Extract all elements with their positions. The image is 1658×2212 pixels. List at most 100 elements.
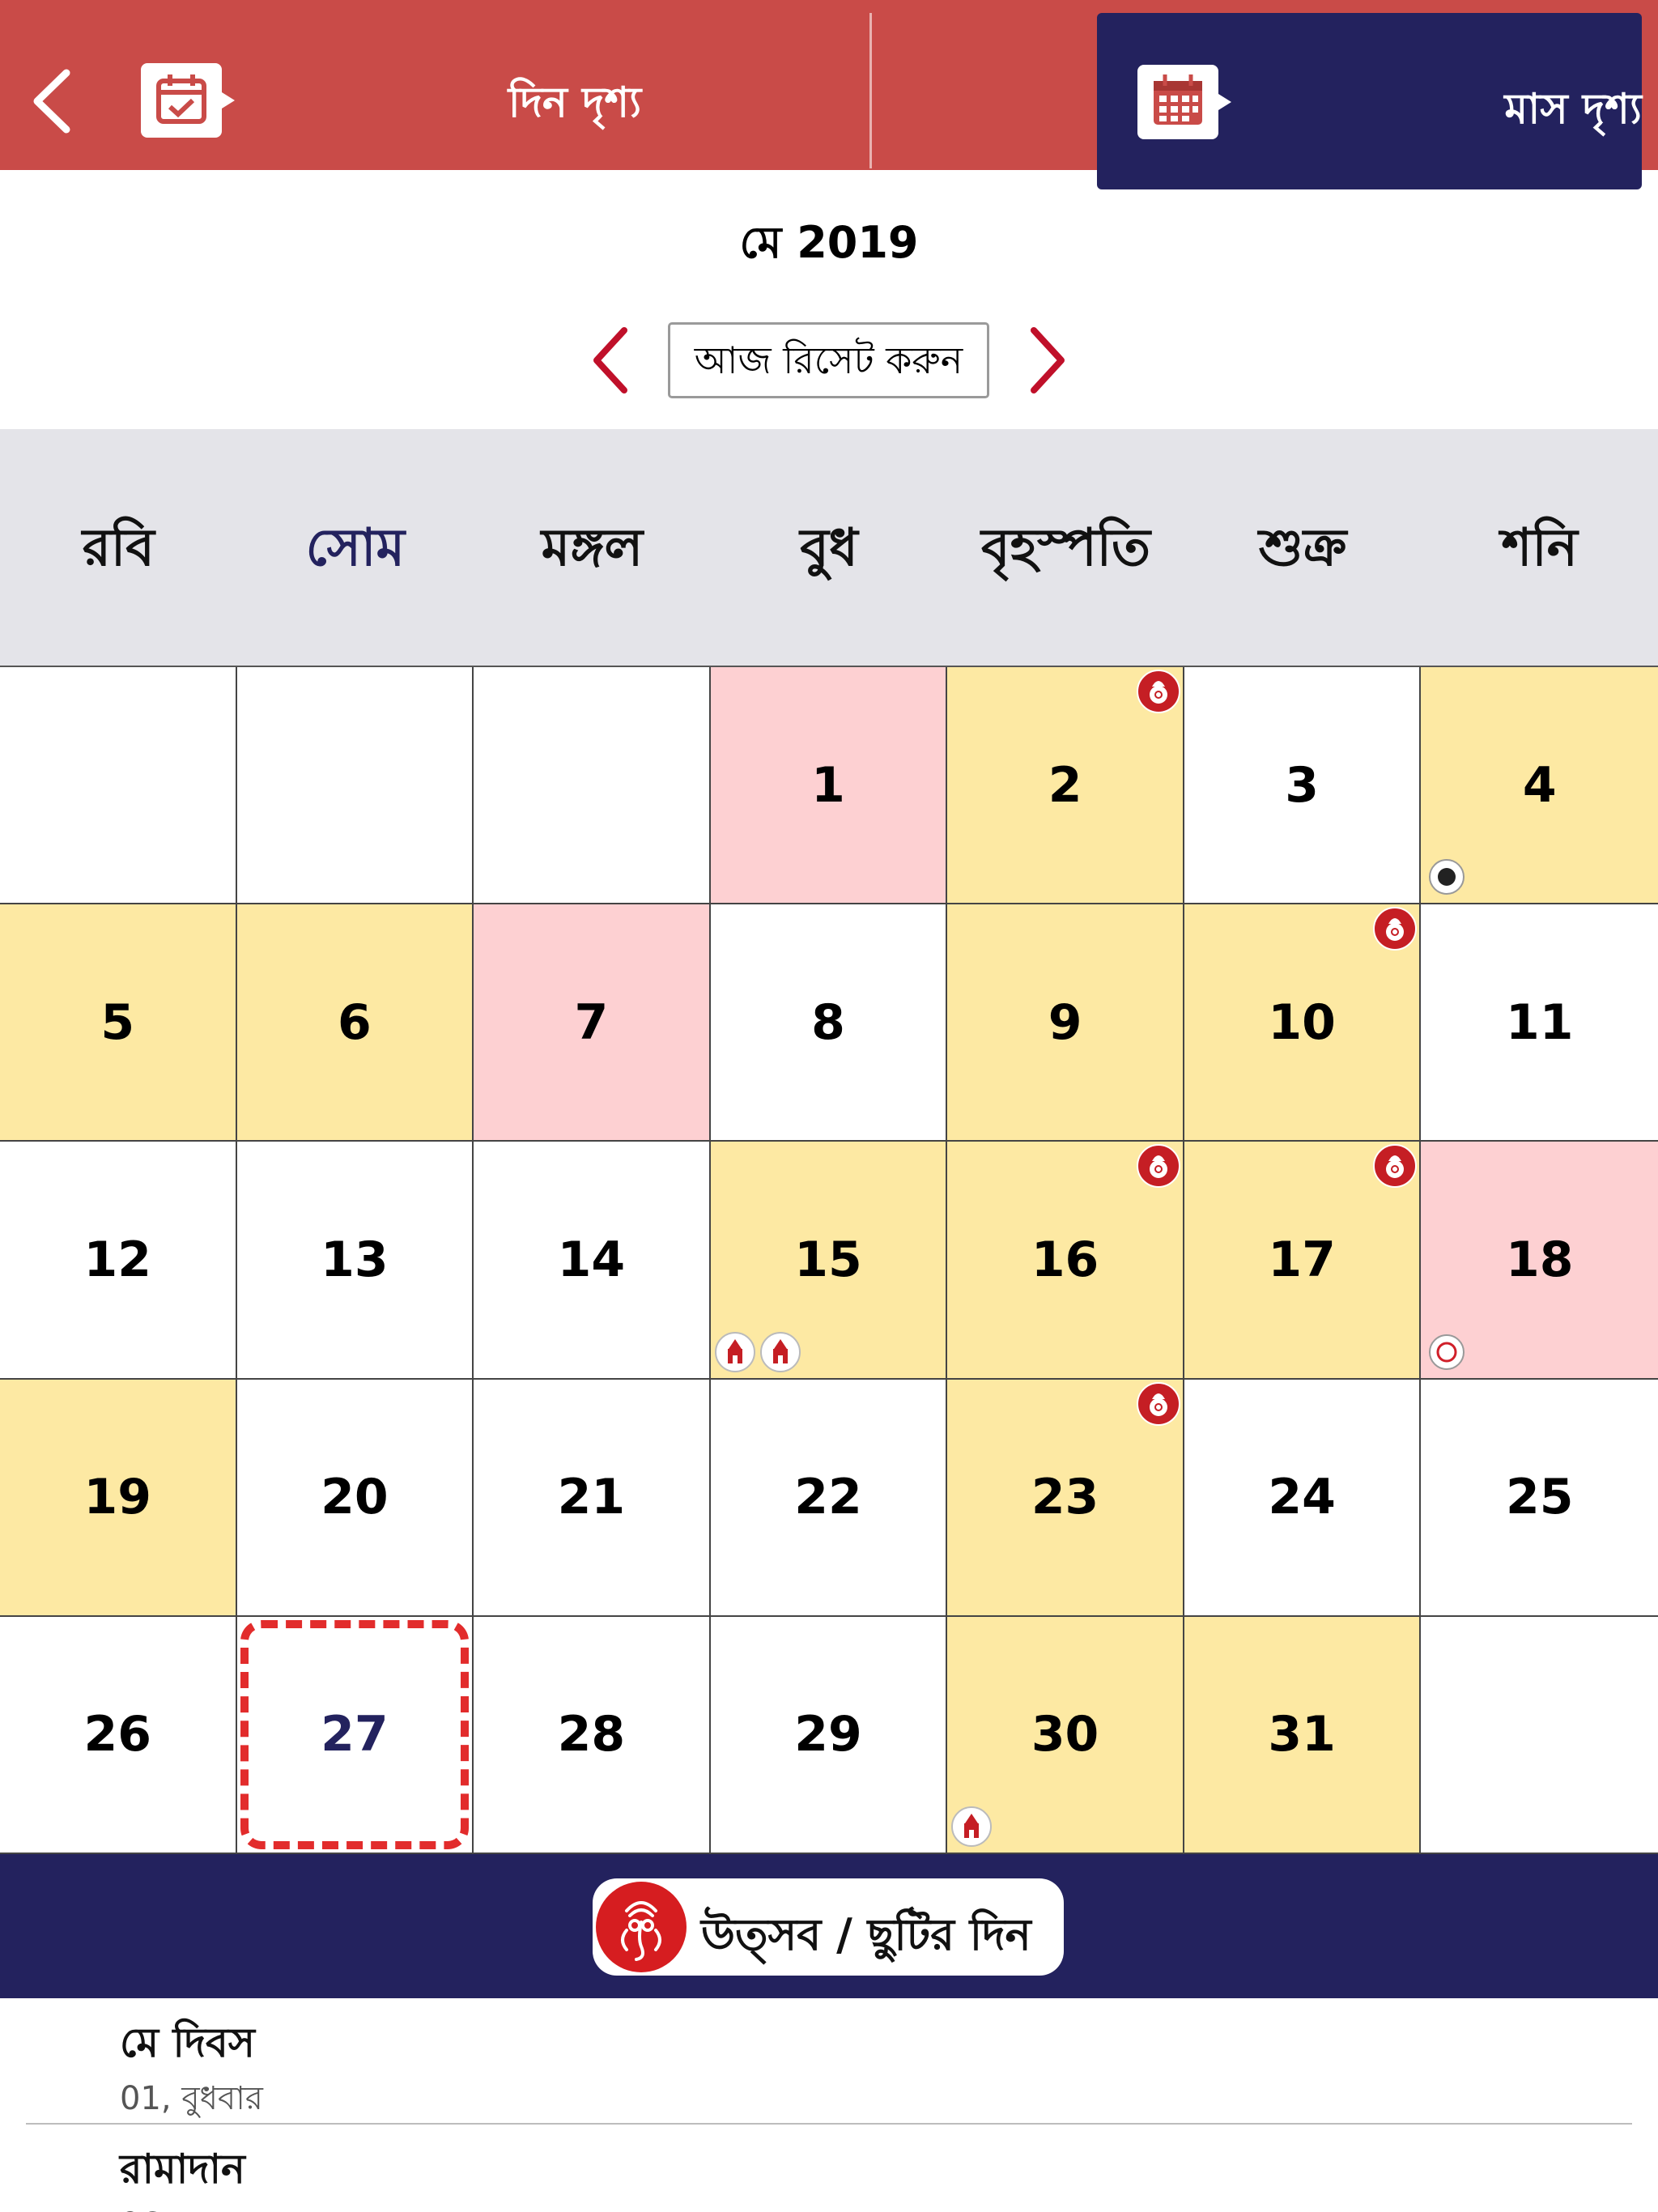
weekday-wednesday: বুধ [800,518,858,578]
back-button[interactable] [24,65,81,138]
calendar-day-cell[interactable]: 28 [474,1616,711,1854]
calendar-day-cell[interactable]: 29 [710,1616,948,1854]
prev-month-button[interactable] [587,324,636,397]
day-number: 7 [574,993,609,1051]
calendar-cell-empty [236,667,474,905]
calendar-day-cell[interactable]: 20 [236,1379,474,1617]
calendar-day-cell[interactable]: 1 [710,667,948,905]
calendar-day-cell[interactable]: 16 [947,1142,1184,1380]
temple-icon [950,1806,993,1848]
event-badges [714,1331,801,1373]
weekday-friday: শুক্র [1258,518,1347,578]
weekday-sunday: রবি [82,518,155,578]
tab-month-label: মাস দৃশ্য [1504,85,1642,134]
day-number: 6 [337,993,372,1051]
calendar-day-cell[interactable]: 18 [1421,1142,1658,1380]
calendar-check-icon[interactable] [141,63,236,138]
ganesh-icon [594,1880,688,1974]
calendar-day-cell[interactable]: 6 [236,904,474,1142]
day-number: 27 [321,1706,389,1763]
festival-name: রামাদান [120,2146,245,2193]
festival-date: 06, সোমবার [120,2199,289,2212]
new-moon-icon [1427,857,1466,896]
tab-day-view[interactable]: দিন দৃশ্য [453,70,696,140]
day-number: 11 [1505,993,1574,1051]
calendar-day-cell[interactable]: 7 [474,904,711,1142]
festival-list-item[interactable]: রামাদান 06, সোমবার [26,2125,1632,2212]
reset-today-button[interactable]: আজ রিসেট করুন [668,322,989,398]
calendar-day-cell[interactable]: 11 [1421,904,1658,1142]
calendar-day-cell[interactable]: 10 [1184,904,1422,1142]
kalash-icon [1136,1381,1181,1427]
day-number: 19 [83,1469,152,1526]
day-number: 16 [1031,1231,1099,1288]
kalash-icon [1372,1143,1418,1189]
day-number: 15 [794,1231,862,1288]
weekday-monday: সোম [305,518,406,578]
day-number: 26 [83,1706,152,1763]
day-number: 9 [1048,993,1082,1051]
day-number: 18 [1505,1231,1574,1288]
calendar-grid: 1 2 3 4 5 6 7 8 9 10 11 12 13 14 15 16 17 18 19 20 21 22 23 24 2… [0,667,1658,1854]
day-number: 24 [1268,1469,1336,1526]
tab-month-view[interactable]: মাস দৃশ্য [1097,13,1642,189]
day-number: 8 [811,993,845,1051]
calendar-day-cell[interactable]: 26 [0,1616,237,1854]
day-number: 5 [100,993,135,1051]
festival-date: 01, বুধবার [120,2080,263,2117]
calendar-day-cell[interactable]: 2 [947,667,1184,905]
calendar-day-cell[interactable]: 30 [947,1616,1184,1854]
calendar-day-cell[interactable]: 3 [1184,667,1422,905]
calendar-day-cell[interactable]: 5 [0,904,237,1142]
calendar-day-cell[interactable]: 24 [1184,1379,1422,1617]
weekday-header: রবি সোম মঙ্গল বুধ বৃহস্পতি শুক্র শনি [0,429,1658,667]
event-badges [950,1806,993,1848]
festival-list-item[interactable]: মে দিবস 01, বুধবার [26,1998,1632,2125]
next-month-button[interactable] [1022,324,1071,397]
day-number: 22 [794,1469,862,1526]
calendar-day-cell[interactable]: 19 [0,1379,237,1617]
temple-icon [759,1331,801,1373]
day-number: 23 [1031,1469,1099,1526]
day-number: 20 [321,1469,389,1526]
calendar-day-cell[interactable]: 8 [710,904,948,1142]
calendar-day-cell[interactable]: 15 [710,1142,948,1380]
chevron-right-icon [1031,327,1065,393]
kalash-icon [1372,906,1418,951]
calendar-day-cell[interactable]: 25 [1421,1379,1658,1617]
festival-list: মে দিবস 01, বুধবার রামাদান 06, সোমবার [0,1998,1658,2212]
weekday-saturday: শনি [1501,518,1578,578]
month-year-title: মে 2019 [739,217,919,268]
calendar-grid-icon [1137,65,1233,139]
calendar-day-cell[interactable]: 31 [1184,1616,1422,1854]
day-number: 1 [811,756,845,814]
calendar-day-cell[interactable]: 4 [1421,667,1658,905]
day-number: 25 [1505,1469,1574,1526]
calendar-day-cell[interactable]: 21 [474,1379,711,1617]
kalash-icon [1136,1143,1181,1189]
weekday-thursday: বৃহস্পতি [981,518,1151,578]
calendar-day-cell[interactable]: 23 [947,1379,1184,1617]
day-number: 30 [1031,1706,1099,1763]
calendar-day-cell[interactable]: 12 [0,1142,237,1380]
day-number: 14 [557,1231,626,1288]
calendar-cell-empty [1421,1616,1658,1854]
calendar-day-cell[interactable]: 17 [1184,1142,1422,1380]
festival-label: উত্সব / ছুটির দিন [701,1909,1031,1960]
calendar-day-cell[interactable]: 22 [710,1379,948,1617]
day-number: 17 [1268,1231,1336,1288]
full-moon-icon [1427,1333,1466,1372]
calendar-cell-empty [0,667,237,905]
day-number: 31 [1268,1706,1336,1763]
day-number: 12 [83,1231,152,1288]
day-number: 2 [1048,756,1082,814]
calendar-day-cell[interactable]: 9 [947,904,1184,1142]
kalash-icon [1136,669,1181,714]
calendar-day-cell[interactable]: 27 [236,1616,474,1854]
festival-name: মে দিবস [120,2019,255,2066]
calendar-day-cell[interactable]: 13 [236,1142,474,1380]
festival-holiday-button[interactable]: উত্সব / ছুটির দিন [593,1878,1064,1976]
festival-bar: উত্সব / ছুটির দিন [0,1854,1658,1998]
calendar-day-cell[interactable]: 14 [474,1142,711,1380]
temple-icon [714,1331,756,1373]
